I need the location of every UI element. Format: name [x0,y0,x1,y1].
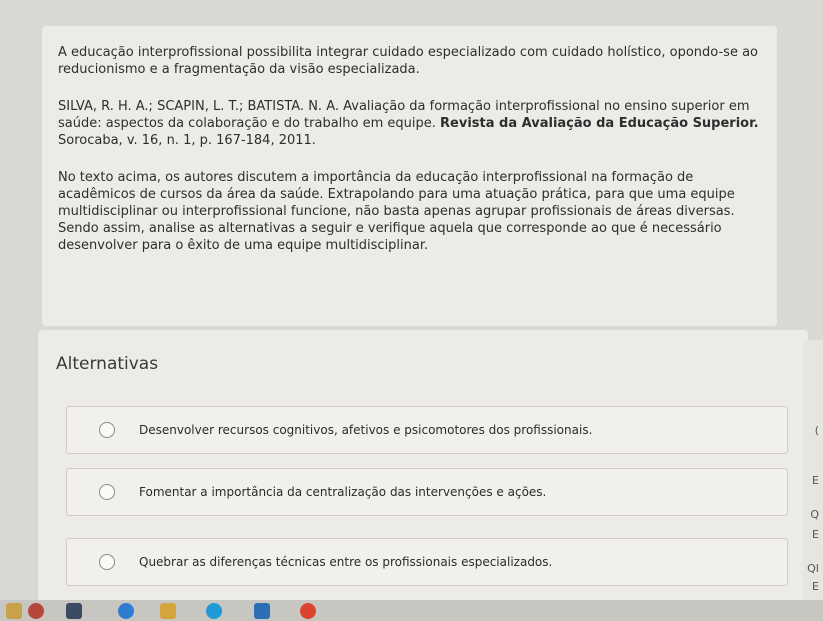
alternative-option-3[interactable]: Quebrar as diferenças técnicas entre os … [66,538,788,586]
question-statement: A educação interprofissional possibilita… [58,45,758,77]
folder-icon[interactable] [160,603,176,619]
alternatives-card: Alternativas Desenvolver recursos cognit… [38,330,808,621]
side-glyph: E [812,580,819,593]
app-icon[interactable] [118,603,134,619]
reference: SILVA, R. H. A.; SCAPIN, L. T.; BATISTA.… [58,98,761,149]
radio-button[interactable] [99,554,115,570]
alternative-option-2[interactable]: Fomentar a importância da centralização … [66,468,788,516]
radio-button[interactable] [99,422,115,438]
browser-icon[interactable] [206,603,222,619]
question-prompt: No texto acima, os autores discutem a im… [58,170,735,253]
app-icon[interactable] [254,603,270,619]
alternative-option-1[interactable]: Desenvolver recursos cognitivos, afetivo… [66,406,788,454]
alternative-label: Quebrar as diferenças técnicas entre os … [139,555,553,569]
radio-button[interactable] [99,484,115,500]
side-glyph: ( [814,424,819,437]
alternative-label: Fomentar a importância da centralização … [139,485,547,499]
alternative-label: Desenvolver recursos cognitivos, afetivo… [139,423,593,437]
side-glyph: QI [807,562,819,575]
app-icon[interactable] [6,603,22,619]
reference-details: Sorocaba, v. 16, n. 1, p. 167-184, 2011. [58,133,316,148]
alternatives-title: Alternativas [56,354,159,374]
side-panel-strip: ( E Q E QI E [803,340,823,600]
app-icon[interactable] [300,603,316,619]
question-card: A educação interprofissional possibilita… [42,26,777,326]
taskbar [0,600,823,621]
app-icon[interactable] [28,603,44,619]
side-glyph: E [812,474,819,487]
side-glyph: E [812,528,819,541]
reference-journal: Revista da Avaliação da Educação Superio… [440,116,759,131]
side-glyph: Q [810,508,819,521]
task-view-icon[interactable] [66,603,82,619]
